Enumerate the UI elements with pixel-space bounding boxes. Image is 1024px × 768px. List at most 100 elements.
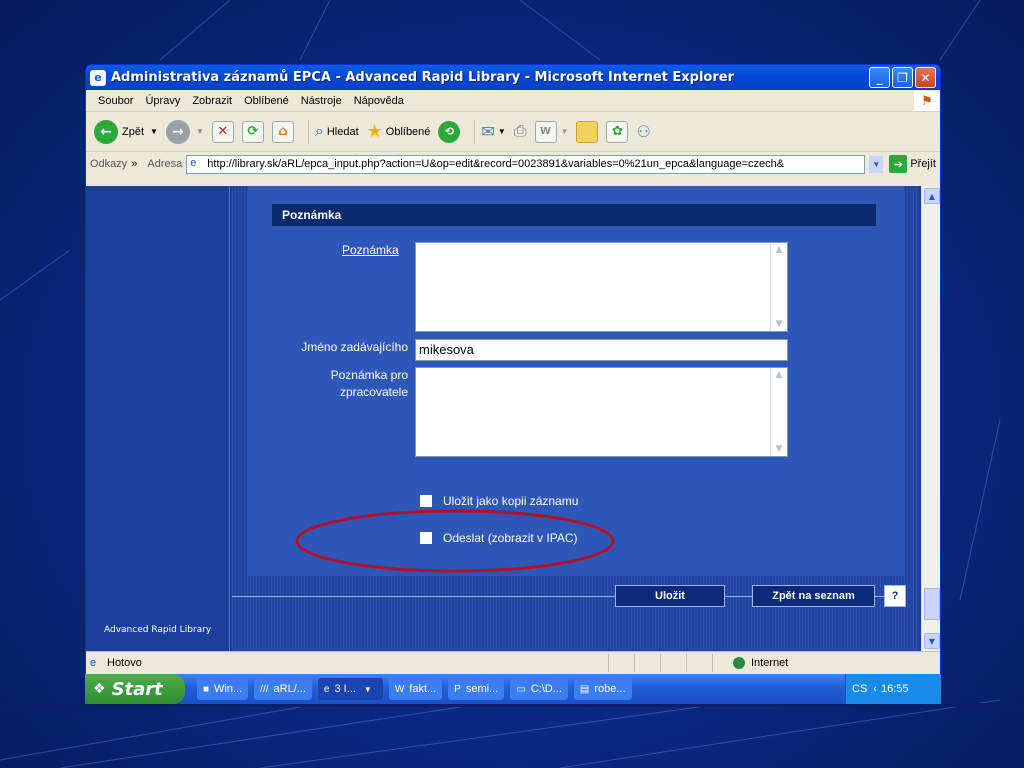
note-textarea[interactable]: ▲ ▼ (415, 242, 788, 332)
taskbar-item-fakt[interactable]: Wfakt... (388, 678, 443, 700)
start-button[interactable]: ❖ Start (85, 674, 185, 704)
go-button[interactable]: ➔ Přejít (889, 155, 936, 173)
favorites-label: Oblíbené (385, 125, 431, 138)
messenger-button[interactable]: ⚇ (636, 122, 650, 142)
menu-tools[interactable]: Nástroje (295, 95, 348, 107)
arl-icon: /// (260, 683, 269, 695)
copy-checkbox-row[interactable]: Uložit jako kopii záznamu (420, 494, 578, 508)
clock[interactable]: 16:55 (881, 683, 909, 695)
chevron-down-icon: ▼ (560, 127, 569, 136)
page-content: Advanced Rapid Library Poznámka Poznámka… (86, 186, 940, 651)
chevron-down-icon: ▼ (497, 127, 506, 136)
entered-by-input[interactable]: mikesova (415, 339, 788, 361)
taskbar-item-ie-group[interactable]: e 3 I... ▼ (317, 678, 383, 700)
status-label: Hotovo (107, 656, 142, 669)
search-label: Hledat (326, 125, 359, 138)
status-cell (660, 653, 686, 672)
word-icon: W (534, 120, 557, 143)
button-bar: Uložit Zpět na seznam ? (232, 584, 919, 624)
task-label: 3 I... (334, 683, 356, 695)
processor-note-textarea[interactable]: ▲ ▼ (415, 367, 788, 457)
print-button[interactable]: ⎙ (514, 123, 527, 141)
entered-by-label: Jméno zadávajícího (301, 340, 408, 354)
url-input[interactable]: e http://library.sk/aRL/epca_input.php?a… (186, 154, 866, 174)
chevron-down-icon[interactable]: ▼ (196, 127, 204, 136)
section-title: Poznámka (272, 204, 876, 226)
tray-expand-icon[interactable]: ‹ (873, 683, 877, 695)
note-label[interactable]: Poznámka (342, 243, 399, 257)
stop-button[interactable]: ✕ (211, 120, 234, 143)
folder-button[interactable] (576, 120, 599, 143)
zone-label: Internet (751, 656, 789, 669)
mail-icon: ✉ (481, 123, 495, 141)
back-label: Zpět (122, 125, 145, 138)
chevron-down-icon[interactable]: ▼ (150, 127, 158, 136)
scroll-down-icon: ▼ (775, 319, 783, 329)
history-button[interactable]: ⟲ (438, 120, 461, 143)
globe-icon (733, 656, 745, 669)
back-to-list-button[interactable]: Zpět na seznam (752, 585, 875, 607)
ie-icon: e (90, 69, 106, 86)
language-indicator[interactable]: CS (852, 683, 867, 695)
address-label: Adresa (147, 158, 183, 170)
taskbar-item-semi[interactable]: Psemi... (448, 678, 505, 700)
back-arrow-icon: ← (94, 119, 118, 144)
copy-checkbox[interactable] (420, 495, 432, 507)
status-cell (608, 653, 634, 672)
back-button[interactable]: ← Zpět ▼ (94, 119, 158, 144)
menu-file[interactable]: Soubor (92, 95, 139, 107)
messenger-icon: ⚇ (636, 123, 651, 141)
menu-favorites[interactable]: Oblíbené (238, 95, 295, 107)
processor-note-scrollbar[interactable]: ▲ ▼ (770, 368, 787, 456)
mail-button[interactable]: ✉ ▼ (481, 122, 505, 142)
search-button[interactable]: ⌕ Hledat (315, 123, 359, 141)
address-bar: Odkazy » Adresa e http://library.sk/aRL/… (86, 152, 940, 176)
taskbar-item-robe[interactable]: ▤ robe... (573, 678, 632, 700)
home-button[interactable]: ⌂ (271, 120, 294, 143)
menu-help[interactable]: Nápověda (348, 95, 410, 107)
favorites-button[interactable]: ★ Oblíbené (367, 121, 431, 142)
chevron-down-icon: ▼ (363, 684, 372, 694)
menu-bar: Soubor Úpravy Zobrazit Oblíbené Nástroje… (86, 90, 940, 112)
close-button[interactable]: ✕ (915, 67, 936, 88)
title-bar[interactable]: e Administrativa záznamů EPCA - Advanced… (86, 65, 940, 90)
page-scrollbar[interactable]: ▲ ▼ (921, 186, 940, 651)
url-dropdown-icon[interactable]: ▼ (869, 155, 884, 173)
status-cell (686, 653, 712, 672)
taskbar-item-arl[interactable]: /// aRL/... (254, 678, 312, 700)
menu-edit[interactable]: Úpravy (139, 95, 186, 107)
links-label[interactable]: Odkazy (90, 158, 127, 170)
maximize-button[interactable]: ❐ (892, 67, 913, 88)
scroll-thumb[interactable] (924, 588, 940, 620)
window-title: Administrativa záznamů EPCA - Advanced R… (111, 70, 734, 85)
task-label: fakt... (409, 683, 437, 695)
folder-icon: ▤ (579, 683, 590, 695)
links-chevron-icon[interactable]: » (131, 158, 137, 170)
icq-button[interactable]: ✿ (606, 120, 629, 143)
minimize-button[interactable]: _ (869, 67, 890, 88)
note-scrollbar[interactable]: ▲ ▼ (770, 243, 787, 331)
taskbar-item-win[interactable]: ■ Win... (197, 678, 249, 700)
refresh-button[interactable]: ⟳ (241, 120, 264, 143)
help-button[interactable]: ? (884, 585, 906, 607)
forward-button[interactable]: → ▼ (165, 119, 204, 144)
star-icon: ★ (366, 121, 383, 141)
url-text: http://library.sk/aRL/epca_input.php?act… (207, 158, 785, 170)
windows-logo-icon: ❖ (93, 681, 106, 697)
scroll-up-icon[interactable]: ▲ (924, 188, 940, 204)
save-button[interactable]: Uložit (615, 585, 725, 607)
go-arrow-icon: ➔ (889, 155, 908, 173)
home-icon: ⌂ (271, 120, 294, 143)
footer-brand: Advanced Rapid Library (104, 625, 212, 635)
task-label: semi... (465, 683, 499, 695)
menu-view[interactable]: Zobrazit (186, 95, 238, 107)
ie-icon: e (323, 683, 330, 695)
toolbar-separator (307, 119, 309, 144)
refresh-icon: ⟳ (241, 120, 264, 143)
left-column: Advanced Rapid Library (86, 186, 230, 651)
taskbar-item-cmd[interactable]: ▭ C:\D... (510, 678, 568, 700)
task-label: C:\D... (530, 683, 562, 695)
scroll-down-icon[interactable]: ▼ (924, 633, 940, 649)
edit-button[interactable]: W ▼ (534, 120, 569, 143)
go-label: Přejít (910, 158, 936, 170)
